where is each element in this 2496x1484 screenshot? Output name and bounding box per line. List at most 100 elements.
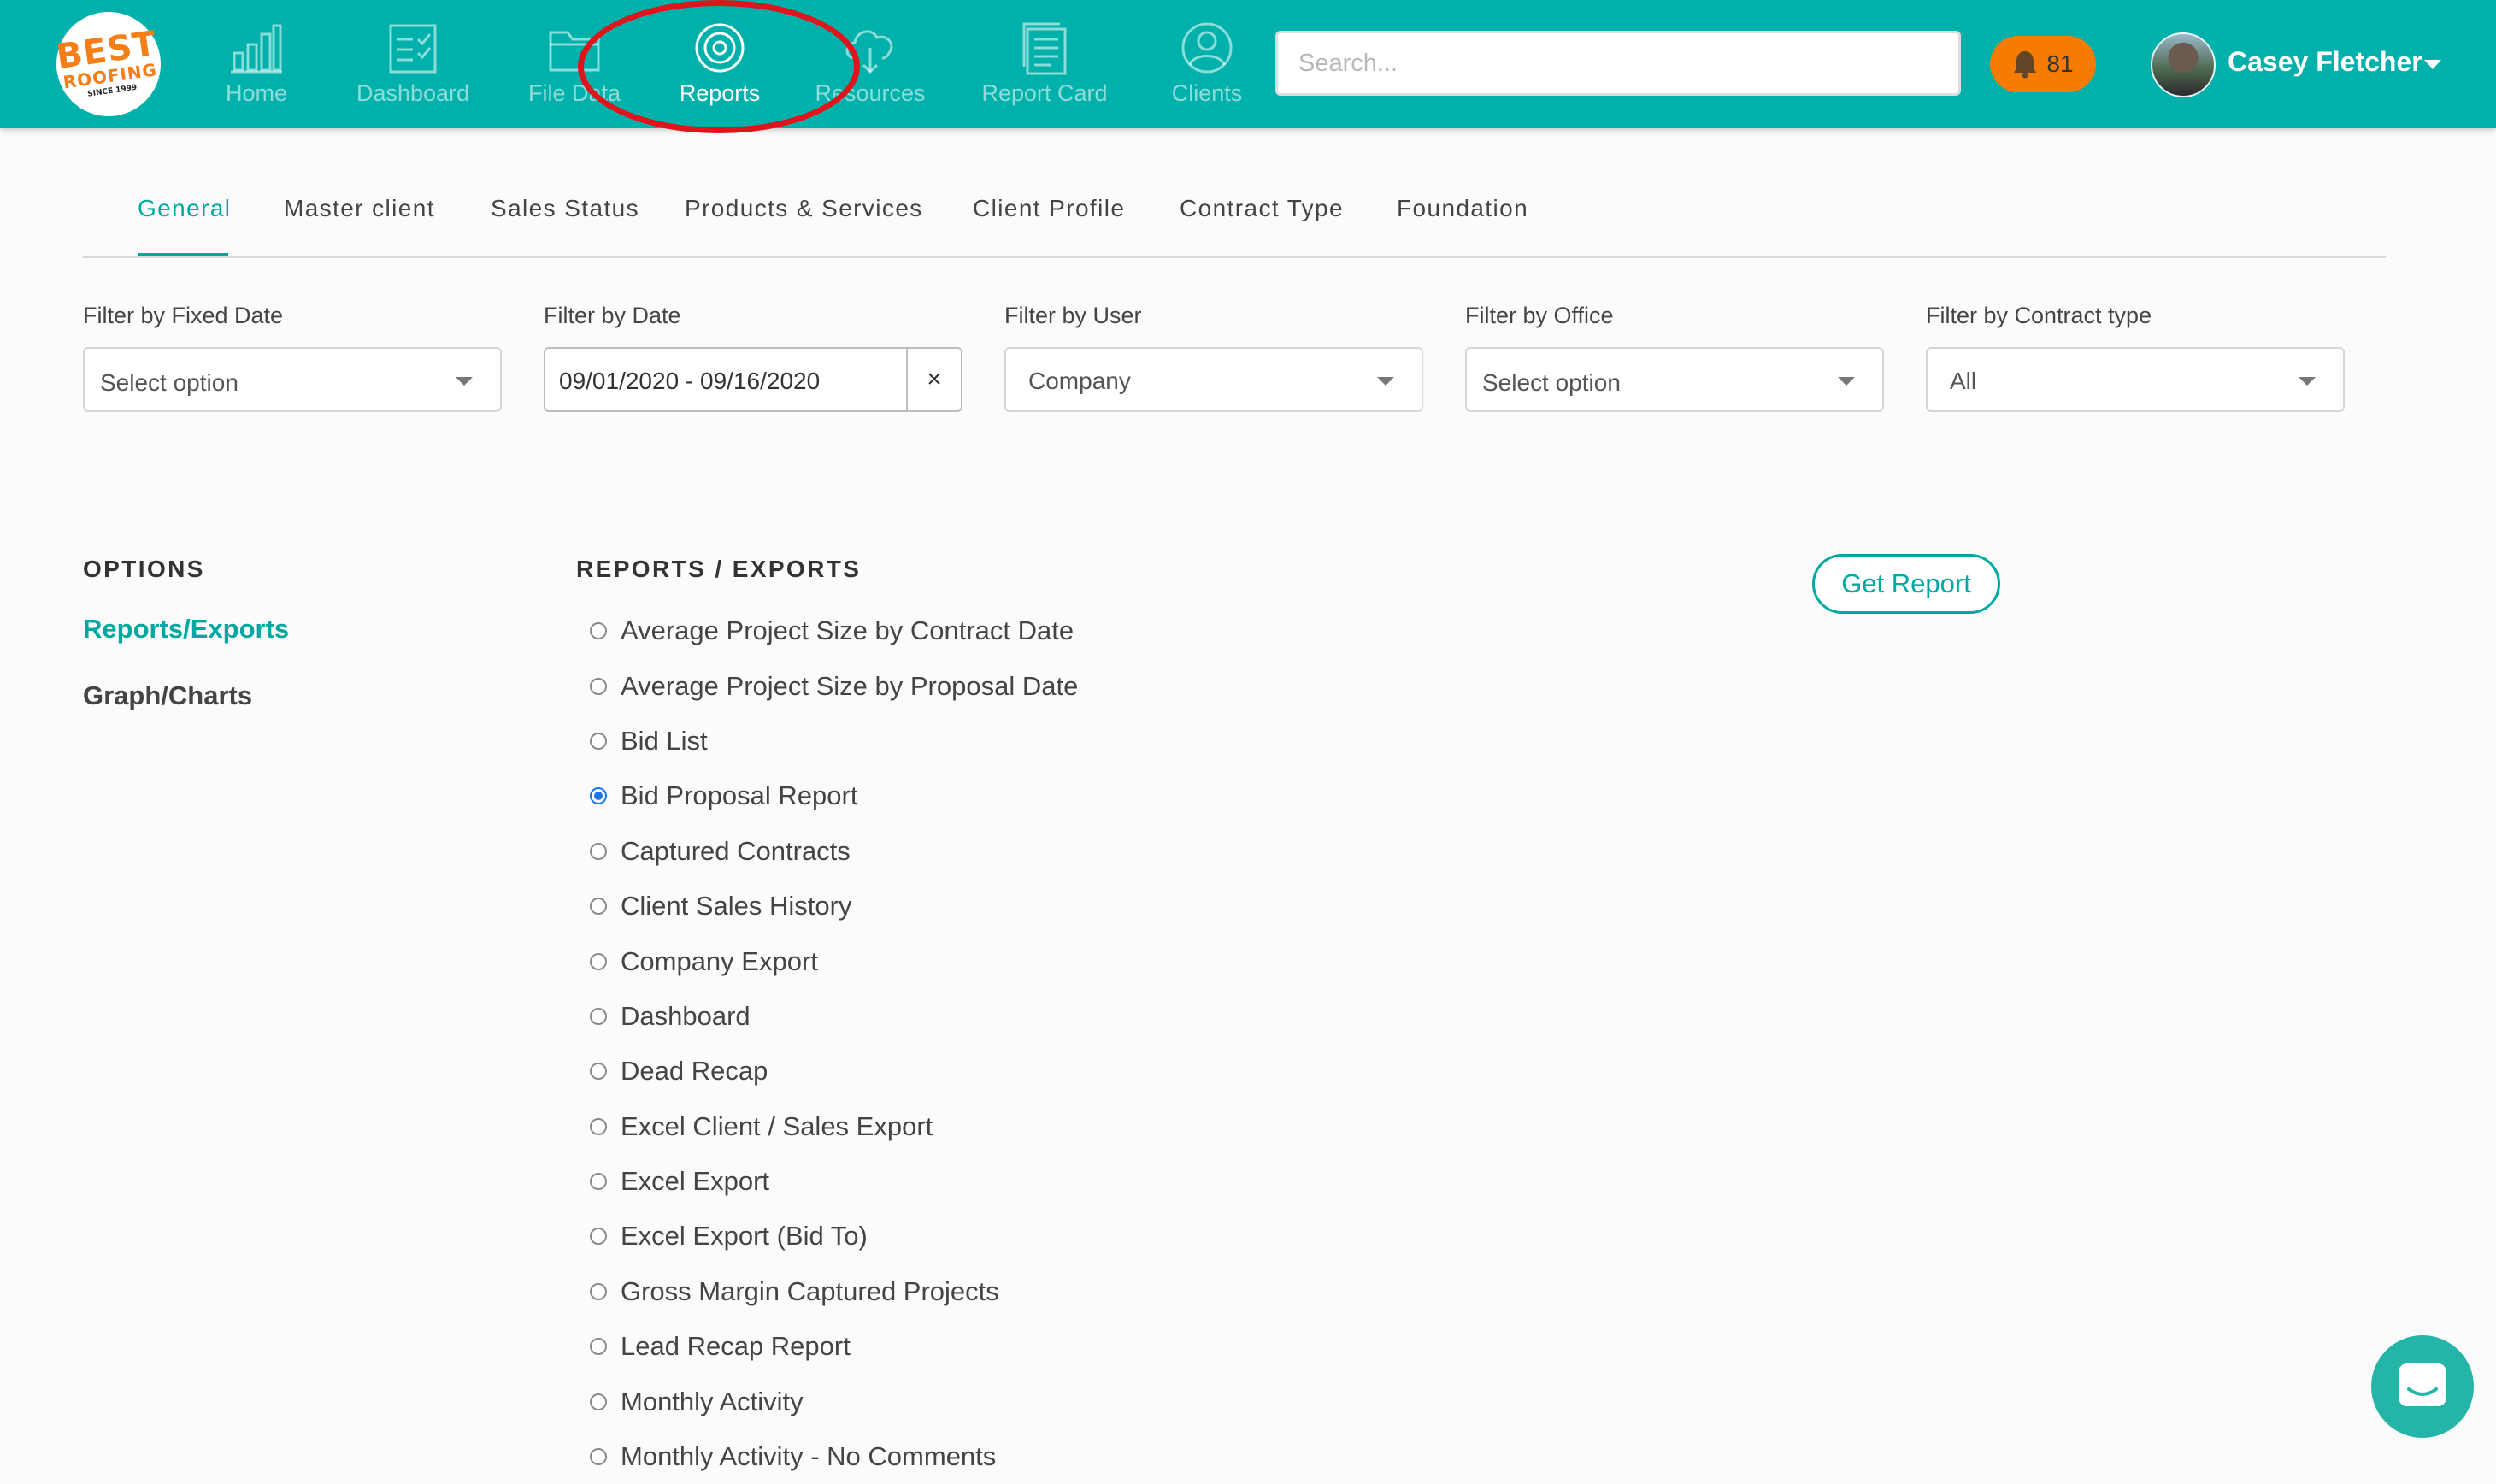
radio-button[interactable] xyxy=(590,1448,607,1466)
tab-general[interactable]: General xyxy=(138,195,231,222)
radio-button[interactable] xyxy=(590,898,607,916)
report-option-label: Dashboard xyxy=(621,1000,751,1031)
tab-sales-status[interactable]: Sales Status xyxy=(491,195,639,222)
nav-item-reports[interactable]: Reports xyxy=(672,22,768,118)
report-option-label: Monthly Activity xyxy=(621,1386,804,1416)
radio-button[interactable] xyxy=(590,842,607,860)
nav-item-dashboard[interactable]: Dashboard xyxy=(352,22,474,118)
date-range-value: 09/01/2020 - 09/16/2020 xyxy=(559,368,821,394)
select-value: Select option xyxy=(100,369,238,396)
report-option-label: Dead Recap xyxy=(621,1056,768,1086)
company-logo[interactable]: BEST ROOFING SINCE 1999 xyxy=(54,12,161,116)
report-option-label: Client Sales History xyxy=(621,891,852,922)
clipboard-check-icon xyxy=(389,24,437,74)
nav-label: Report Card xyxy=(981,80,1108,106)
radio-button[interactable] xyxy=(590,1338,607,1356)
report-option[interactable]: Captured Contracts xyxy=(590,824,1078,879)
radio-button[interactable] xyxy=(590,732,607,750)
report-category-tabs: General Master client Sales Status Produ… xyxy=(83,174,2386,258)
filter-contract-type-select[interactable]: All xyxy=(1926,347,2345,412)
tab-contract-type[interactable]: Contract Type xyxy=(1180,195,1344,222)
filter-contract-type-label: Filter by Contract type xyxy=(1926,303,2152,328)
document-icon xyxy=(1022,22,1067,75)
report-option-label: Excel Export (Bid To) xyxy=(621,1221,868,1251)
report-option[interactable]: Bid Proposal Report xyxy=(590,768,1078,823)
nav-label: Reports xyxy=(679,80,761,106)
report-option-label: Bid Proposal Report xyxy=(621,780,858,811)
report-option[interactable]: Excel Export xyxy=(590,1154,1078,1209)
radio-button[interactable] xyxy=(590,622,607,640)
report-option[interactable]: Excel Export (Bid To) xyxy=(590,1209,1078,1263)
logo-wordmark: BEST ROOFING SINCE 1999 xyxy=(54,23,160,99)
notification-count: 81 xyxy=(2046,50,2074,77)
notifications-badge[interactable]: 81 xyxy=(1990,36,2096,92)
option-graph-charts[interactable]: Graph/Charts xyxy=(83,680,252,711)
filter-user-select[interactable]: Company xyxy=(1004,347,1423,412)
filter-date-range-input[interactable]: 09/01/2020 - 09/16/2020 × xyxy=(544,347,962,412)
chat-launcher-button[interactable] xyxy=(2371,1335,2474,1438)
tab-client-profile[interactable]: Client Profile xyxy=(973,195,1125,222)
report-option[interactable]: Average Project Size by Proposal Date xyxy=(590,658,1078,713)
filter-office-select[interactable]: Select option xyxy=(1465,347,1884,412)
report-option-label: Captured Contracts xyxy=(621,835,851,866)
chevron-down-icon xyxy=(2299,377,2316,386)
report-option[interactable]: Average Project Size by Contract Date xyxy=(590,604,1078,658)
active-tab-indicator xyxy=(138,253,228,256)
report-option[interactable]: Dead Recap xyxy=(590,1044,1078,1098)
chevron-down-icon[interactable] xyxy=(2424,60,2441,69)
report-option-label: Average Project Size by Contract Date xyxy=(621,615,1074,646)
nav-item-report-card[interactable]: Report Card xyxy=(980,22,1110,118)
radio-button[interactable] xyxy=(590,1007,607,1025)
radio-button[interactable] xyxy=(590,787,607,805)
chat-bubble-icon xyxy=(2399,1363,2446,1406)
nav-item-file-data[interactable]: File Data xyxy=(527,22,622,118)
report-option[interactable]: Gross Margin Captured Projects xyxy=(590,1264,1078,1319)
select-value: All xyxy=(1950,368,1977,394)
report-option[interactable]: Lead Recap Report xyxy=(590,1319,1078,1374)
radio-button[interactable] xyxy=(590,1173,607,1191)
report-options-list: Average Project Size by Contract Date Ave… xyxy=(590,604,1078,1484)
report-option-label: Monthly Activity - No Comments xyxy=(621,1441,997,1472)
clear-icon[interactable]: × xyxy=(906,349,961,410)
nav-label: Dashboard xyxy=(356,80,470,106)
tab-foundation[interactable]: Foundation xyxy=(1397,195,1528,222)
avatar[interactable] xyxy=(2151,32,2216,97)
radio-button[interactable] xyxy=(590,1117,607,1135)
option-reports-exports[interactable]: Reports/Exports xyxy=(83,614,289,645)
nav-item-clients[interactable]: Clients xyxy=(1168,22,1246,118)
report-option[interactable]: Client Sales History xyxy=(590,879,1078,933)
report-option[interactable]: Dashboard xyxy=(590,989,1078,1044)
tab-master-client[interactable]: Master client xyxy=(284,195,435,222)
nav-label: Home xyxy=(225,80,288,106)
radio-button[interactable] xyxy=(590,1063,607,1081)
user-circle-icon xyxy=(1181,22,1233,74)
bar-chart-icon xyxy=(231,24,282,74)
tab-products-services[interactable]: Products & Services xyxy=(685,195,923,222)
cloud-download-icon xyxy=(845,30,893,74)
search-input[interactable] xyxy=(1275,31,1961,96)
chevron-down-icon xyxy=(1377,377,1394,386)
report-option[interactable]: Monthly Activity - No Comments xyxy=(590,1429,1078,1484)
radio-button[interactable] xyxy=(590,1282,607,1300)
nav-item-resources[interactable]: Resources xyxy=(812,22,928,118)
report-option[interactable]: Excel Client / Sales Export xyxy=(590,1099,1078,1154)
radio-button[interactable] xyxy=(590,952,607,970)
report-option-label: Average Project Size by Proposal Date xyxy=(621,670,1079,701)
nav-item-home[interactable]: Home xyxy=(219,22,294,118)
radio-button[interactable] xyxy=(590,1393,607,1410)
nav-label: Clients xyxy=(1171,80,1243,106)
report-option[interactable]: Company Export xyxy=(590,933,1078,988)
top-navigation-bar: BEST ROOFING SINCE 1999 Home Dashboard F… xyxy=(0,0,2496,133)
select-value: Select option xyxy=(1482,369,1621,396)
user-name[interactable]: Casey Fletcher xyxy=(2228,46,2422,78)
report-option[interactable]: Monthly Activity xyxy=(590,1374,1078,1428)
report-option-label: Gross Margin Captured Projects xyxy=(621,1275,999,1306)
options-heading: OPTIONS xyxy=(83,556,205,582)
get-report-button[interactable]: Get Report xyxy=(1812,554,2000,614)
filter-fixed-date-select[interactable]: Select option xyxy=(83,347,502,412)
report-option[interactable]: Bid List xyxy=(590,714,1078,768)
nav-label: Resources xyxy=(815,80,926,106)
radio-button[interactable] xyxy=(590,1228,607,1246)
report-option-label: Excel Client / Sales Export xyxy=(621,1110,933,1141)
radio-button[interactable] xyxy=(590,677,607,695)
